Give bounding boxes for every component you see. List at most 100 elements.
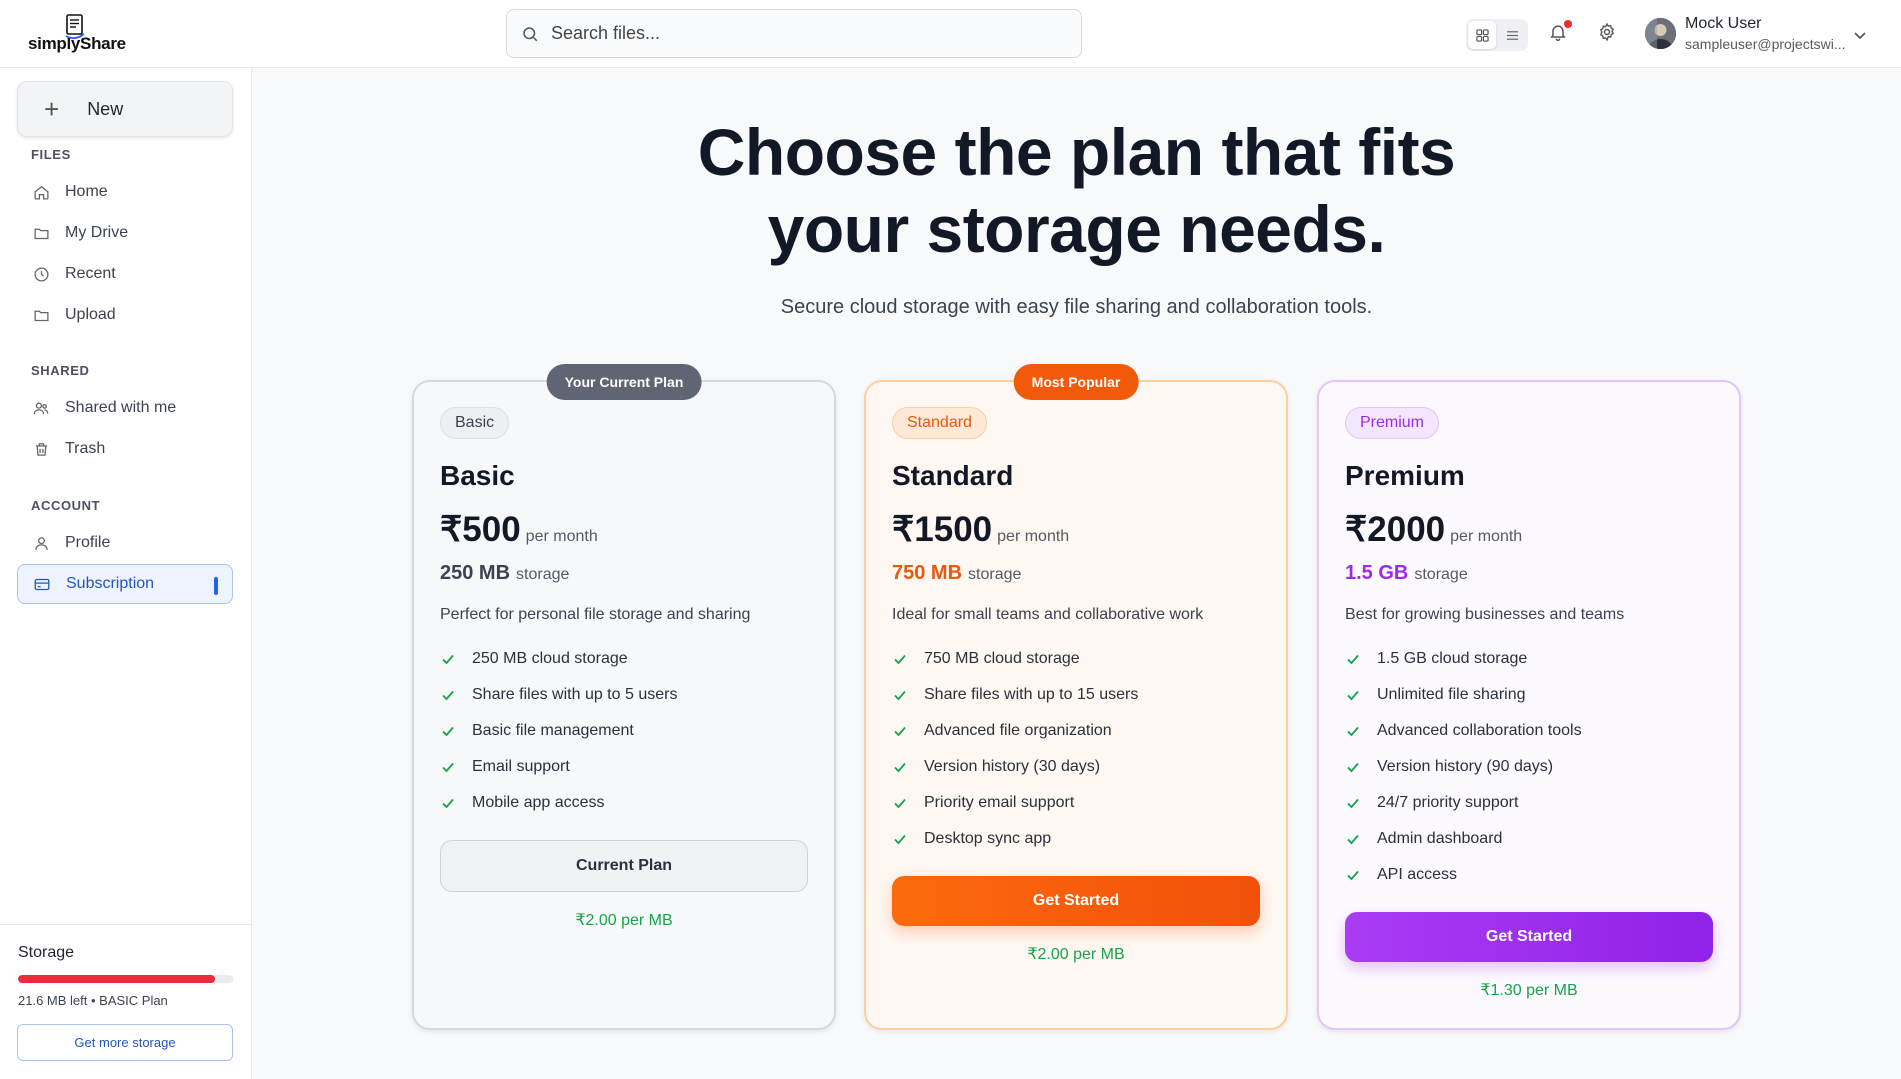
feature-item: 750 MB cloud storage (892, 641, 1138, 677)
get-more-storage-button[interactable]: Get more storage (17, 1024, 233, 1061)
feature-item: 24/7 priority support (1345, 785, 1582, 821)
new-button-label: New (87, 98, 124, 119)
sidebar: + New FILES Home My Drive Recent Upload … (0, 68, 252, 1079)
app-logo[interactable]: simplyShare (28, 14, 126, 54)
sidebar-item-shared-with-me[interactable]: Shared with me (17, 388, 233, 428)
plan-description: Perfect for personal file storage and sh… (440, 606, 751, 623)
feature-item: Desktop sync app (892, 821, 1138, 857)
feature-list: 250 MB cloud storage Share files with up … (440, 641, 677, 821)
feature-item: Admin dashboard (1345, 821, 1582, 857)
current-plan-button[interactable]: Current Plan (440, 840, 808, 892)
sidebar-item-label: Profile (65, 534, 111, 551)
avatar-photo (1645, 18, 1676, 49)
sidebar-item-trash[interactable]: Trash (17, 429, 233, 469)
storage-amount: 1.5 GB (1345, 562, 1409, 584)
feature-item: Email support (440, 749, 677, 785)
feature-item: 250 MB cloud storage (440, 641, 677, 677)
feature-item: Basic file management (440, 713, 677, 749)
grid-view-button[interactable] (1468, 21, 1496, 49)
price-per-mb: ₹2.00 per MB (575, 912, 673, 929)
plan-price: ₹500 (440, 510, 521, 549)
storage-info: 21.6 MB left • BASIC Plan (18, 993, 168, 1008)
feature-item: Advanced collaboration tools (1345, 713, 1582, 749)
page-title: Choose the plan that fits your storage n… (252, 114, 1901, 268)
feature-text: Unlimited file sharing (1377, 686, 1526, 703)
feature-text: Share files with up to 5 users (472, 686, 678, 703)
feature-item: Advanced file organization (892, 713, 1138, 749)
plus-icon: + (44, 94, 60, 124)
sidebar-item-subscription[interactable]: Subscription (17, 564, 233, 604)
settings-button[interactable] (1597, 22, 1621, 46)
avatar[interactable] (1645, 18, 1676, 49)
feature-item: Share files with up to 15 users (892, 677, 1138, 713)
notifications-button[interactable] (1548, 20, 1572, 46)
section-title-files: FILES (31, 147, 71, 162)
check-icon (1345, 758, 1363, 776)
feature-text: Advanced file organization (924, 722, 1112, 739)
logo-document-icon (65, 14, 85, 39)
view-toggle (1466, 19, 1528, 51)
page-subtitle: Secure cloud storage with easy file shar… (780, 296, 1373, 318)
storage-progress-fill (18, 975, 215, 983)
chevron-down-icon[interactable] (1852, 27, 1868, 43)
gear-icon (1599, 22, 1615, 42)
sidebar-item-label: Trash (65, 440, 106, 457)
folder-icon (31, 305, 51, 325)
check-icon (892, 686, 910, 704)
sidebar-item-label: Recent (65, 265, 116, 282)
list-view-button[interactable] (1498, 21, 1526, 49)
search-icon (523, 26, 538, 41)
check-icon (440, 722, 458, 740)
sidebar-item-profile[interactable]: Profile (17, 523, 233, 563)
plan-tier-pill: Standard (892, 407, 987, 439)
get-started-button[interactable]: Get Started (892, 876, 1260, 926)
check-icon (892, 794, 910, 812)
feature-item: 1.5 GB cloud storage (1345, 641, 1582, 677)
storage-label: storage (968, 566, 1022, 583)
check-icon (440, 794, 458, 812)
plan-description: Best for growing businesses and teams (1345, 606, 1625, 623)
sidebar-item-label: Home (65, 183, 108, 200)
search-bar[interactable] (506, 9, 1082, 58)
user-email: sampleuser@projectswi... (1685, 36, 1846, 52)
page-title-line-2: your storage needs. (767, 192, 1386, 266)
section-title-shared: SHARED (31, 363, 90, 378)
top-header: simplyShare Mock User sampleuser@project… (0, 0, 1901, 68)
price-period: per month (997, 528, 1070, 545)
get-started-button[interactable]: Get Started (1345, 912, 1713, 962)
sidebar-item-label: My Drive (65, 224, 129, 241)
feature-text: Desktop sync app (924, 830, 1052, 847)
grid-icon (1475, 28, 1489, 42)
feature-text: Email support (472, 758, 570, 775)
check-icon (440, 650, 458, 668)
plan-name: Basic (440, 460, 515, 491)
plan-tier-pill: Basic (440, 407, 510, 439)
storage-progress-bar (18, 975, 233, 983)
storage-row: 250 MB storage (440, 562, 569, 585)
feature-item: Version history (30 days) (892, 749, 1138, 785)
check-icon (1345, 866, 1363, 884)
check-icon (1345, 794, 1363, 812)
feature-text: 24/7 priority support (1377, 794, 1519, 811)
feature-item: Version history (90 days) (1345, 749, 1582, 785)
search-input[interactable] (551, 23, 1051, 44)
feature-item: Mobile app access (440, 785, 677, 821)
new-button[interactable]: + New (17, 81, 233, 137)
sidebar-item-home[interactable]: Home (17, 172, 233, 212)
sidebar-item-recent[interactable]: Recent (17, 254, 233, 294)
plan-card-standard: Most Popular Standard Standard ₹1500 per… (864, 364, 1288, 1030)
plan-price: ₹1500 (892, 510, 993, 549)
storage-row: 1.5 GB storage (1345, 562, 1468, 585)
feature-item: Share files with up to 5 users (440, 677, 677, 713)
plan-card-premium: Premium Premium ₹2000 per month 1.5 GB s… (1317, 380, 1741, 1030)
sidebar-item-label: Subscription (66, 575, 155, 592)
price-per-mb: ₹1.30 per MB (1480, 982, 1578, 999)
current-plan-badge: Your Current Plan (546, 364, 702, 400)
price-period: per month (1450, 528, 1523, 545)
feature-text: 250 MB cloud storage (472, 650, 628, 667)
feature-text: Advanced collaboration tools (1377, 722, 1582, 739)
storage-amount: 250 MB (440, 562, 511, 584)
price-row: ₹1500 per month (892, 510, 1069, 550)
sidebar-item-upload[interactable]: Upload (17, 295, 233, 335)
sidebar-item-my-drive[interactable]: My Drive (17, 213, 233, 253)
